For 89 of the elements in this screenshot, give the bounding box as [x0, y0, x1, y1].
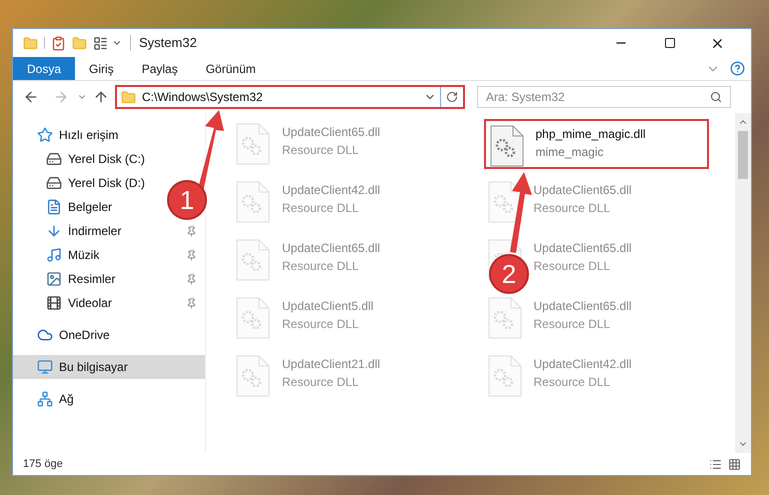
file-type: mime_magic: [536, 144, 605, 161]
properties-icon[interactable]: [51, 36, 66, 50]
file-gear-icon: [236, 123, 270, 165]
search-icon: [710, 91, 722, 103]
file-name: UpdateClient65.dll: [534, 298, 632, 315]
file-gear-icon: [236, 297, 270, 339]
view-icon[interactable]: [93, 36, 108, 50]
file-name: UpdateClient42.dll: [534, 356, 632, 373]
search-field[interactable]: Ara: System32: [477, 86, 731, 108]
pin-icon[interactable]: [186, 274, 197, 284]
sidebar-item-icon: [46, 223, 62, 239]
pin-icon[interactable]: [186, 226, 197, 236]
window-title: System32: [139, 34, 197, 52]
ribbon-tab[interactable]: Giriş: [75, 57, 128, 80]
sidebar-item-icon: [37, 327, 53, 343]
sidebar-item-label: Belgeler: [68, 199, 114, 216]
file-gear-icon: [236, 239, 270, 281]
file-item[interactable]: php_mime_magic.dll mime_magic: [484, 119, 708, 169]
sidebar-item-icon: [46, 151, 62, 167]
maximize-icon[interactable]: [664, 37, 676, 49]
sidebar-item-label: İndirmeler: [68, 223, 122, 240]
file-gear-icon: [236, 355, 270, 397]
ribbon-tab[interactable]: Paylaş: [128, 57, 192, 80]
search-placeholder: Ara: System32: [486, 89, 566, 106]
sidebar-item-label: Ağ: [59, 391, 75, 408]
file-name: UpdateClient65.dll: [282, 124, 380, 141]
file-name: php_mime_magic.dll: [536, 126, 646, 143]
file-name: UpdateClient21.dll: [282, 356, 380, 373]
back-icon[interactable]: [23, 89, 39, 105]
sidebar-item-icon: [37, 359, 53, 375]
sidebar-item-label: Resimler: [68, 271, 116, 288]
file-type: Resource DLL: [534, 316, 612, 333]
scrollbar[interactable]: [735, 113, 751, 453]
sidebar-item-icon: [46, 175, 62, 191]
file-name: UpdateClient65.dll: [534, 182, 632, 199]
file-type: Resource DLL: [534, 258, 612, 275]
file-name: UpdateClient5.dll: [282, 298, 374, 315]
file-type: Resource DLL: [282, 374, 360, 391]
sidebar-item[interactable]: Hızlı erişim: [13, 123, 205, 147]
file-name: UpdateClient65.dll: [282, 240, 380, 257]
sidebar-item[interactable]: Resimler: [13, 267, 205, 291]
sidebar-item-label: Hızlı erişim: [59, 127, 120, 144]
sidebar-item-icon: [37, 127, 53, 143]
sidebar-item-label: Videolar: [68, 295, 113, 312]
address-bar[interactable]: C:\Windows\System32: [115, 85, 465, 109]
scroll-thumb[interactable]: [738, 131, 748, 179]
sidebar-item[interactable]: OneDrive: [13, 323, 205, 347]
file-type: Resource DLL: [282, 316, 360, 333]
sidebar-item[interactable]: Yerel Disk (C:): [13, 147, 163, 171]
sidebar-item-icon: [46, 295, 62, 311]
pin-icon[interactable]: [186, 298, 197, 308]
file-type: Resource DLL: [282, 200, 360, 217]
sidebar-item-icon: [46, 271, 62, 287]
sidebar-item-label: OneDrive: [59, 327, 111, 344]
sidebar-item-label: Müzik: [68, 247, 100, 264]
file-name: UpdateClient42.dll: [282, 182, 380, 199]
sidebar-item[interactable]: Bu bilgisayar: [13, 355, 205, 379]
ribbon-tab[interactable]: Dosya: [13, 57, 76, 80]
sidebar-item-label: Yerel Disk (C:): [68, 151, 146, 168]
file-gear-icon: [236, 181, 270, 223]
sidebar-item[interactable]: Belgeler: [13, 195, 163, 219]
sidebar-item-icon: [46, 199, 62, 215]
tiles-view-icon[interactable]: [728, 458, 741, 470]
sidebar-item-icon: [46, 247, 62, 263]
folder-icon: [121, 90, 136, 104]
sidebar-item[interactable]: Videolar: [13, 291, 205, 315]
file-type: Resource DLL: [282, 258, 360, 275]
file-gear-icon: [488, 355, 522, 397]
refresh-icon[interactable]: [446, 91, 458, 103]
item-count: 175 öge: [23, 456, 64, 472]
details-view-icon[interactable]: [709, 458, 722, 470]
sidebar-item[interactable]: Müzik: [13, 243, 205, 267]
address-path: C:\Windows\System32: [142, 89, 264, 106]
file-name: UpdateClient65.dll: [534, 240, 632, 257]
file-type: Resource DLL: [282, 142, 360, 159]
sidebar-item-label: Bu bilgisayar: [59, 359, 129, 376]
file-type: Resource DLL: [534, 200, 612, 217]
sidebar-item-label: Yerel Disk (D:): [68, 175, 146, 192]
sidebar-item[interactable]: İndirmeler: [13, 219, 205, 243]
ribbon-tab[interactable]: Görünüm: [192, 57, 270, 80]
sidebar-item[interactable]: Yerel Disk (D:): [13, 171, 163, 195]
pin-icon[interactable]: [186, 250, 197, 260]
up-icon[interactable]: [93, 89, 109, 105]
file-gear-icon: [488, 297, 522, 339]
file-type: Resource DLL: [534, 374, 612, 391]
sidebar-item[interactable]: Ağ: [13, 387, 205, 411]
sidebar-item-icon: [37, 391, 53, 407]
help-icon[interactable]: [730, 61, 745, 76]
file-gear-icon: [490, 125, 524, 167]
